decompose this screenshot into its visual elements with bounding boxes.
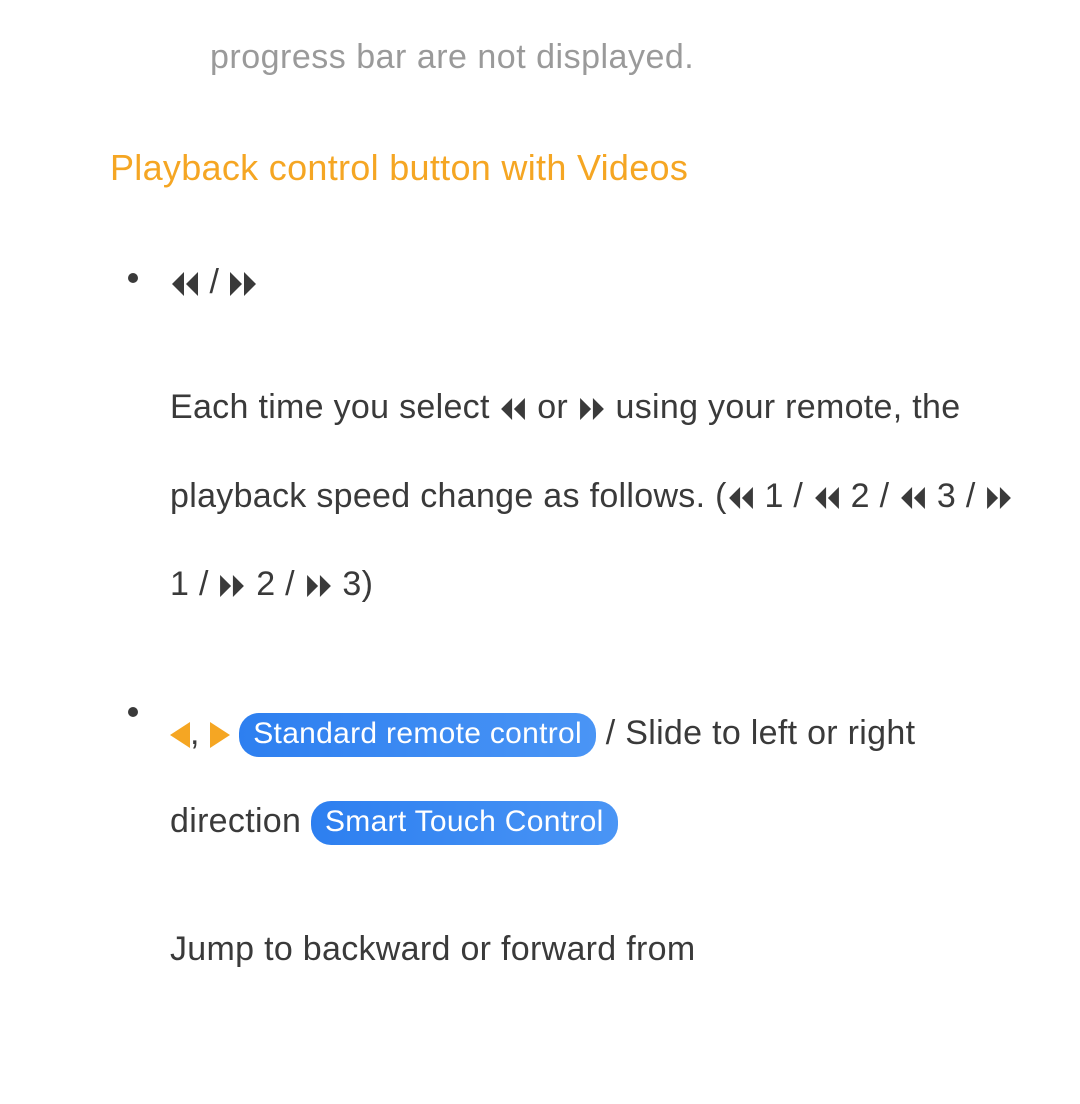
speed-level: 3) bbox=[333, 565, 374, 603]
rewind-icon bbox=[499, 398, 527, 420]
fastforward-icon bbox=[218, 575, 246, 597]
rewind-icon bbox=[727, 487, 755, 509]
rewind-icon bbox=[170, 272, 200, 296]
fastforward-icon bbox=[578, 398, 606, 420]
fastforward-icon bbox=[228, 272, 258, 296]
fastforward-icon bbox=[985, 487, 1013, 509]
bullet-dot-icon bbox=[128, 707, 138, 717]
body-text: Each time you select bbox=[170, 388, 499, 426]
item-body-speed: Each time you select or using your remot… bbox=[170, 363, 1030, 628]
item-header-jump: , Standard remote control / Slide to lef… bbox=[170, 689, 1030, 866]
triangle-right-icon bbox=[210, 722, 230, 748]
pill-smart-touch: Smart Touch Control bbox=[311, 801, 618, 845]
item-header-rewind-forward: / bbox=[170, 255, 1030, 309]
triangle-left-icon bbox=[170, 722, 190, 748]
bullet-dot-icon bbox=[128, 273, 138, 283]
bullet-list: / Each time you select or using your rem… bbox=[120, 255, 1030, 994]
bullet-item-speed: / Each time you select or using your rem… bbox=[120, 255, 1030, 629]
item-body-jump: Jump to backward or forward from bbox=[170, 905, 1030, 993]
speed-level: 2 / bbox=[841, 477, 899, 515]
rewind-icon bbox=[813, 487, 841, 509]
rewind-icon bbox=[899, 487, 927, 509]
speed-level: 2 / bbox=[246, 565, 304, 603]
previous-fragment-text: progress bar are not displayed. bbox=[210, 30, 1030, 84]
body-text: or bbox=[527, 388, 577, 426]
speed-level: 1 / bbox=[755, 477, 813, 515]
comma-text: , bbox=[190, 714, 210, 752]
pill-standard-remote: Standard remote control bbox=[239, 713, 596, 757]
speed-level: 1 / bbox=[170, 565, 218, 603]
slash-separator: / bbox=[200, 263, 228, 301]
fastforward-icon bbox=[305, 575, 333, 597]
section-heading: Playback control button with Videos bbox=[110, 139, 1030, 197]
bullet-item-jump: , Standard remote control / Slide to lef… bbox=[120, 689, 1030, 994]
speed-level: 3 / bbox=[927, 477, 985, 515]
